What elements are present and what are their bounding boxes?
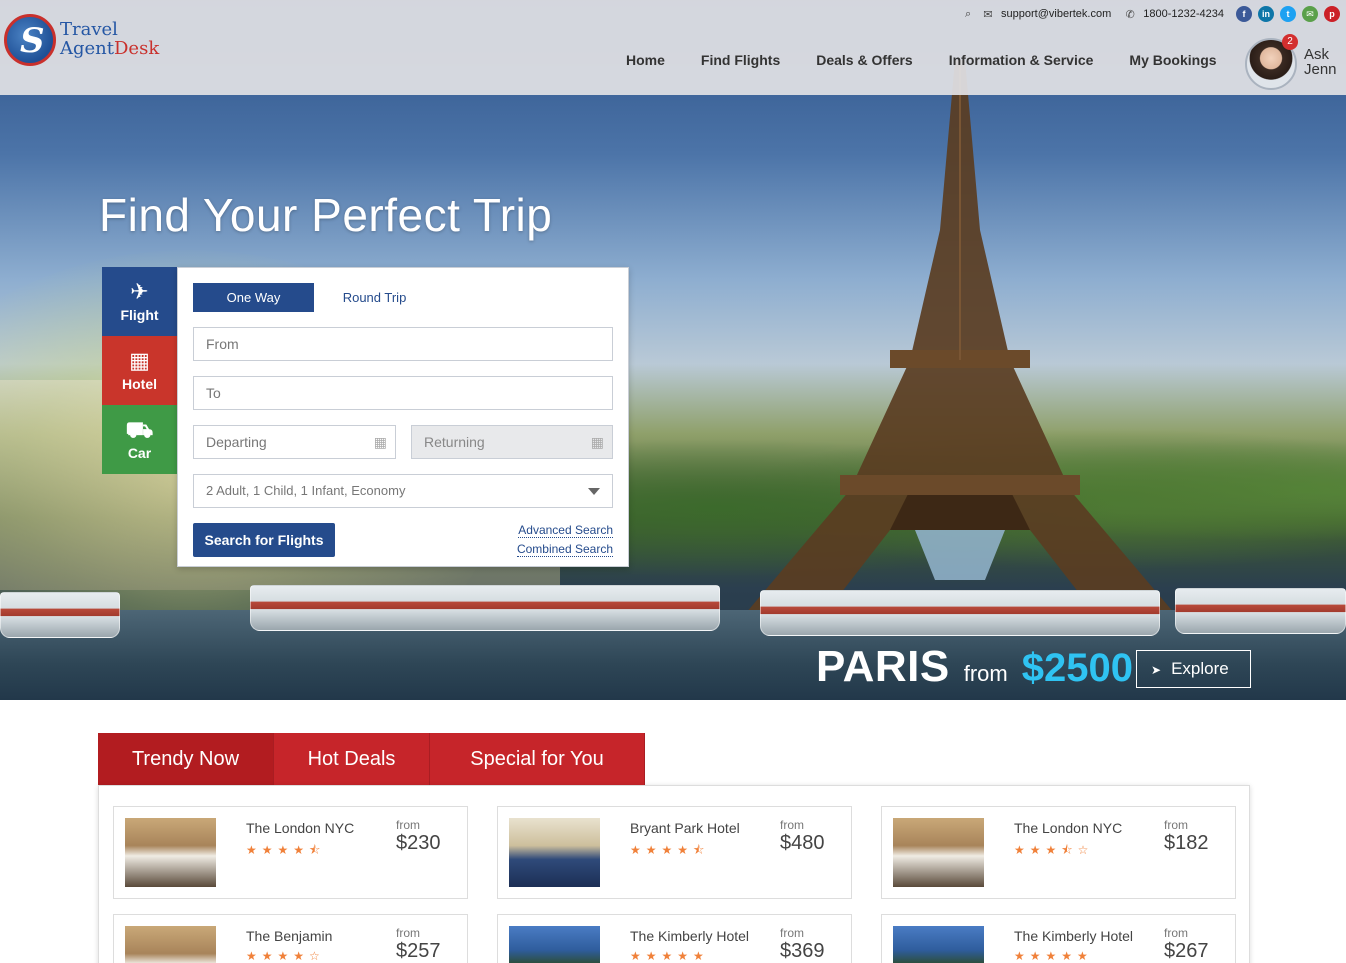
hotel-name[interactable]: The Kimberly Hotel bbox=[1014, 928, 1133, 944]
linkedin-icon[interactable]: in bbox=[1258, 6, 1274, 22]
price-from-label: from bbox=[396, 926, 420, 940]
logo-icon[interactable]: S bbox=[4, 14, 56, 66]
arrow-right-icon: ➤ bbox=[1151, 663, 1162, 677]
calendar-icon: ▦ bbox=[590, 434, 604, 450]
phone-icon: ✆ bbox=[1125, 8, 1135, 21]
deal-tabs: Trendy Now Hot Deals Special for You bbox=[98, 733, 645, 796]
hotel-price: $182 bbox=[1164, 832, 1209, 854]
deal-card[interactable]: The Kimberly Hotel ★★★★★ from $267 bbox=[881, 914, 1236, 963]
tab-special-for-you[interactable]: Special for You bbox=[430, 733, 645, 785]
price-from-label: from bbox=[1164, 926, 1188, 940]
tab-trendy-now[interactable]: Trendy Now bbox=[98, 733, 274, 796]
building-icon: ▦ bbox=[129, 348, 150, 373]
star-rating: ★★★★★ bbox=[630, 949, 709, 963]
deal-card[interactable]: Bryant Park Hotel ★★★★⯪ from $480 bbox=[497, 806, 852, 899]
flight-search-panel: One Way Round Trip From To Departing ▦ R… bbox=[177, 267, 629, 567]
deal-card[interactable]: The London NYC ★★★★⯪ from $230 bbox=[113, 806, 468, 899]
hotel-name[interactable]: Bryant Park Hotel bbox=[630, 820, 740, 836]
price-from-label: from bbox=[396, 818, 420, 832]
hotel-thumbnail[interactable] bbox=[893, 818, 984, 887]
hotel-price: $369 bbox=[780, 940, 825, 962]
departing-input[interactable]: Departing ▦ bbox=[193, 425, 396, 459]
hotel-thumbnail[interactable] bbox=[509, 818, 600, 887]
nav-deals-offers[interactable]: Deals & Offers bbox=[798, 50, 930, 70]
hotel-thumbnail[interactable] bbox=[125, 818, 216, 887]
boat bbox=[0, 592, 120, 638]
star-rating: ★★★⯪☆ bbox=[1014, 843, 1094, 857]
promo-from: from bbox=[963, 661, 1008, 686]
price-from-label: from bbox=[1164, 818, 1188, 832]
logo-line2: AgentDesk bbox=[60, 38, 160, 59]
tab-flight[interactable]: ✈ Flight bbox=[102, 267, 177, 336]
site-header: S Travel AgentDesk ⌕ ✉ support@vibertek.… bbox=[0, 0, 1346, 95]
star-rating: ★★★★★ bbox=[1014, 949, 1093, 963]
boat bbox=[1175, 588, 1346, 634]
facebook-icon[interactable]: f bbox=[1236, 6, 1252, 22]
email-share-icon[interactable]: ✉ bbox=[1302, 6, 1318, 22]
returning-input: Returning ▦ bbox=[411, 425, 613, 459]
hotel-name[interactable]: The London NYC bbox=[246, 820, 354, 836]
eiffel-tower-image bbox=[740, 60, 1180, 620]
trip-type-toggle: One Way Round Trip bbox=[193, 283, 435, 312]
destination-promo: PARIS from $2500 bbox=[816, 642, 1133, 692]
nav-information-service[interactable]: Information & Service bbox=[931, 50, 1112, 70]
star-rating: ★★★★☆ bbox=[246, 949, 325, 963]
deal-card[interactable]: The Benjamin ★★★★☆ from $257 bbox=[113, 914, 468, 963]
hotel-thumbnail[interactable] bbox=[125, 926, 216, 963]
star-rating: ★★★★⯪ bbox=[246, 843, 326, 857]
hotel-price: $257 bbox=[396, 940, 441, 962]
logo-text[interactable]: Travel AgentDesk bbox=[60, 20, 159, 58]
car-icon: ⛟ bbox=[125, 417, 154, 442]
mail-icon: ✉ bbox=[983, 8, 993, 21]
boat bbox=[760, 590, 1160, 636]
explore-button[interactable]: ➤ Explore bbox=[1136, 650, 1251, 688]
hotel-thumbnail[interactable] bbox=[509, 926, 600, 963]
hotel-price: $230 bbox=[396, 832, 441, 854]
support-phone[interactable]: 1800-1232-4234 bbox=[1143, 8, 1224, 20]
tab-hotel[interactable]: ▦ Hotel bbox=[102, 336, 177, 405]
top-bar: ⌕ ✉ support@vibertek.com ✆ 1800-1232-423… bbox=[961, 5, 1340, 23]
ask-jenn-link[interactable]: Ask Jenn bbox=[1304, 47, 1344, 77]
main-nav: Home Find Flights Deals & Offers Informa… bbox=[608, 50, 1235, 70]
hotel-price: $267 bbox=[1164, 940, 1209, 962]
calendar-icon[interactable]: ▦ bbox=[374, 426, 387, 458]
search-icon[interactable]: ⌕ bbox=[961, 7, 975, 21]
chevron-down-icon bbox=[588, 488, 600, 495]
hotel-name[interactable]: The Benjamin bbox=[246, 928, 332, 944]
promo-price: $2500 bbox=[1021, 646, 1133, 690]
hotel-name[interactable]: The London NYC bbox=[1014, 820, 1122, 836]
tab-hot-deals[interactable]: Hot Deals bbox=[274, 733, 430, 785]
plane-icon: ✈ bbox=[130, 279, 149, 304]
passengers-select[interactable]: 2 Adult, 1 Child, 1 Infant, Economy bbox=[193, 474, 613, 508]
deals-container: The London NYC ★★★★⯪ from $230 Bryant Pa… bbox=[98, 785, 1250, 963]
to-input[interactable]: To bbox=[193, 376, 613, 410]
hotel-price: $480 bbox=[780, 832, 825, 854]
hero-title: Find Your Perfect Trip bbox=[99, 189, 553, 241]
deal-card[interactable]: The London NYC ★★★⯪☆ from $182 bbox=[881, 806, 1236, 899]
round-trip-button[interactable]: Round Trip bbox=[314, 283, 435, 312]
logo-line1: Travel bbox=[60, 19, 118, 40]
pinterest-icon[interactable]: p bbox=[1324, 6, 1340, 22]
star-rating: ★★★★⯪ bbox=[630, 843, 710, 857]
deal-card[interactable]: The Kimberly Hotel ★★★★★ from $369 bbox=[497, 914, 852, 963]
advanced-search-link[interactable]: Advanced Search bbox=[518, 523, 613, 538]
boat bbox=[250, 585, 720, 631]
notification-badge: 2 bbox=[1282, 34, 1298, 50]
nav-home[interactable]: Home bbox=[608, 50, 683, 70]
search-category-tabs: ✈ Flight ▦ Hotel ⛟ Car bbox=[102, 267, 177, 474]
nav-my-bookings[interactable]: My Bookings bbox=[1111, 50, 1234, 70]
hotel-thumbnail[interactable] bbox=[893, 926, 984, 963]
search-flights-button[interactable]: Search for Flights bbox=[193, 523, 335, 557]
price-from-label: from bbox=[780, 926, 804, 940]
twitter-icon[interactable]: t bbox=[1280, 6, 1296, 22]
price-from-label: from bbox=[780, 818, 804, 832]
tab-car[interactable]: ⛟ Car bbox=[102, 405, 177, 474]
support-email[interactable]: support@vibertek.com bbox=[1001, 8, 1111, 20]
one-way-button[interactable]: One Way bbox=[193, 283, 314, 312]
promo-city: PARIS bbox=[816, 642, 950, 691]
combined-search-link[interactable]: Combined Search bbox=[516, 542, 613, 557]
hotel-name[interactable]: The Kimberly Hotel bbox=[630, 928, 749, 944]
from-input[interactable]: From bbox=[193, 327, 613, 361]
nav-find-flights[interactable]: Find Flights bbox=[683, 50, 798, 70]
